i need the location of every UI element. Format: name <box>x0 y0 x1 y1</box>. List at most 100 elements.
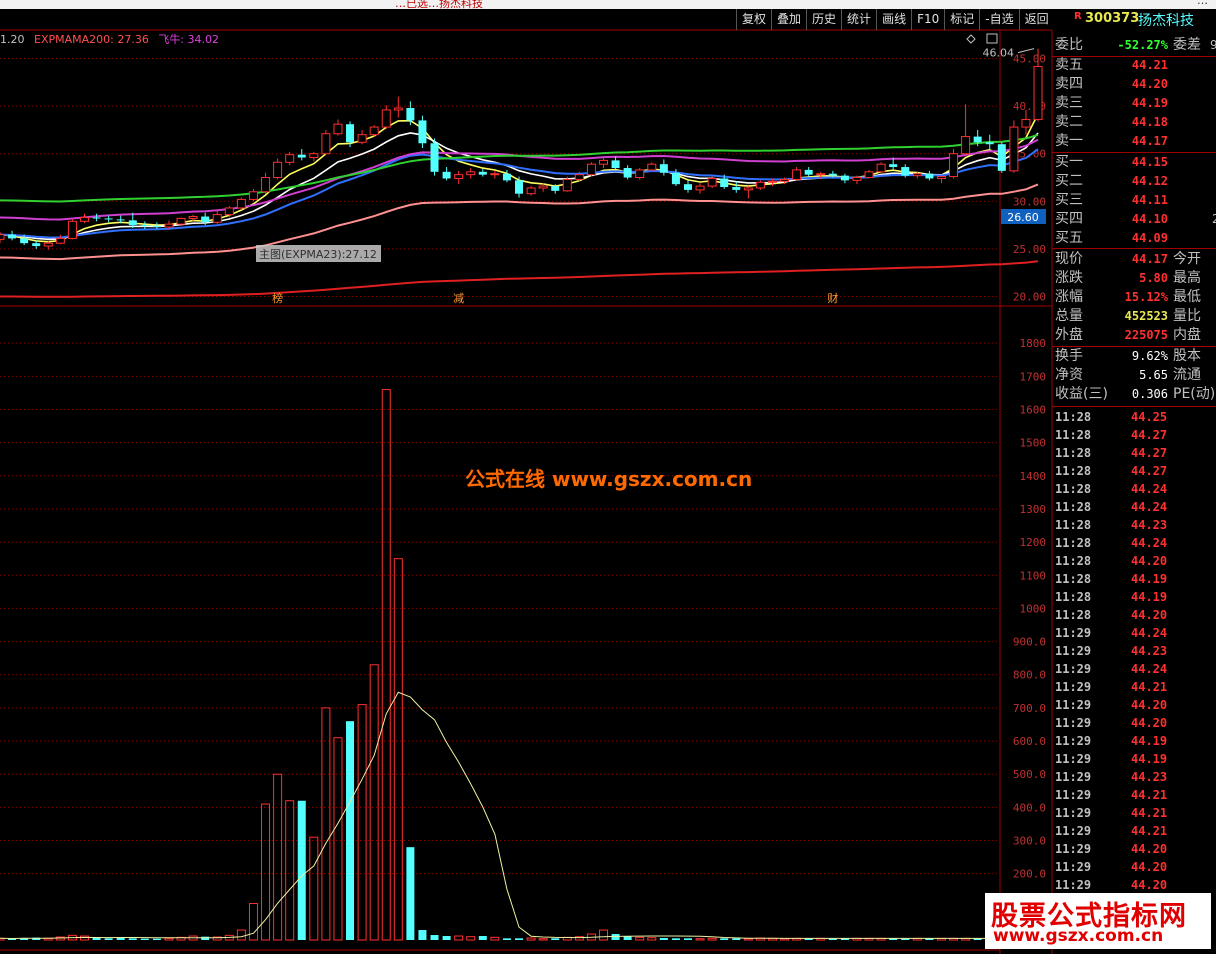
candle-down <box>732 187 741 190</box>
price-tick-label: 25.00 <box>1013 243 1046 256</box>
stat-label: 总量 <box>1055 308 1083 324</box>
level-label: 卖二 <box>1055 114 1083 130</box>
candle-up <box>852 177 862 181</box>
candle-up <box>767 180 777 183</box>
candle-up <box>707 177 717 187</box>
stat-value: 9.62% <box>1131 349 1168 363</box>
tick-time: 11:29 <box>1055 626 1092 640</box>
sell-level-row[interactable]: 卖四 44.20 <box>1055 75 1216 94</box>
candle-up <box>538 185 548 189</box>
volume-ma-line <box>0 691 1039 940</box>
tool-back-button[interactable]: 返回 <box>1018 9 1054 30</box>
volume-tick-label: 1600 <box>1020 403 1047 416</box>
tool-overlay-button[interactable]: 叠加 <box>771 9 806 30</box>
stat-row: 现价 44.17 今开 <box>1055 250 1216 269</box>
stat-label2: 量比 <box>1173 308 1201 324</box>
candle-up <box>0 234 5 240</box>
level-label: 买二 <box>1055 173 1083 189</box>
tick-time: 11:29 <box>1055 752 1092 766</box>
buy-level-row[interactable]: 买五 44.09 <box>1055 229 1216 248</box>
stat-value: 44.17 <box>1131 252 1168 266</box>
volume-bar-up <box>333 737 343 941</box>
volume-bar-down <box>430 935 439 940</box>
candle-down <box>671 172 680 185</box>
volume-bar-up <box>273 773 283 941</box>
candle-up <box>562 178 572 192</box>
level-price: 44.10 <box>1131 212 1168 226</box>
candle-down <box>140 225 149 227</box>
volume-bar-down <box>201 936 210 940</box>
sell-level-row[interactable]: 卖一 44.17 <box>1055 132 1216 151</box>
tool-remove-watchlist-button[interactable]: -自选 <box>979 9 1018 30</box>
candle-down <box>104 218 113 220</box>
buy-level-row[interactable]: 买四 44.10 2 <box>1055 210 1216 229</box>
candle-down <box>997 144 1006 171</box>
level-price: 44.11 <box>1131 193 1168 207</box>
tick-price: 44.21 <box>1131 824 1168 838</box>
weibi-label: 委比 <box>1055 37 1083 53</box>
volume-bar-down <box>92 938 101 940</box>
tick-time: 11:29 <box>1055 662 1092 676</box>
tool-stats-button[interactable]: 统计 <box>841 9 876 30</box>
candle-up <box>1033 65 1043 120</box>
volume-bar-down <box>611 934 620 940</box>
stat-label2: 流通 <box>1173 367 1201 383</box>
volume-bar-down <box>128 938 137 940</box>
candle-up <box>261 177 271 193</box>
volume-bar-up <box>285 800 295 941</box>
candle-down <box>502 173 511 181</box>
expma-line <box>0 260 1039 298</box>
volume-bar-up <box>321 707 331 941</box>
tick-time: 11:28 <box>1055 464 1092 478</box>
candle-up <box>333 123 343 135</box>
stock-name: 扬杰科技 <box>1138 13 1194 29</box>
tool-fuquan-button[interactable]: 复权 <box>736 9 771 30</box>
volume-bar-up <box>538 938 548 941</box>
tick-time: 11:29 <box>1055 806 1092 820</box>
buy-level-row[interactable]: 买三 44.11 <box>1055 191 1216 210</box>
divider <box>1052 406 1216 407</box>
candle-up <box>357 134 367 143</box>
candle-down <box>683 184 692 190</box>
volume-bar-down <box>152 938 161 940</box>
candle-up <box>212 214 222 223</box>
stat-value: 5.65 <box>1139 368 1168 382</box>
volume-bar-up <box>599 929 608 941</box>
tool-f10-button[interactable]: F10 <box>911 9 944 30</box>
tick-time: 11:28 <box>1055 500 1092 514</box>
sell-level-row[interactable]: 卖五 44.21 <box>1055 56 1216 75</box>
buy-level-row[interactable]: 买一 44.15 <box>1055 153 1216 172</box>
sell-level-row[interactable]: 卖二 44.18 <box>1055 113 1216 132</box>
volume-bar-up <box>743 938 753 941</box>
candle-up <box>55 237 65 244</box>
volume-tick-label: 400.0 <box>1013 801 1046 814</box>
volume-bar-up <box>309 836 319 941</box>
buy-level-row[interactable]: 买二 44.12 <box>1055 172 1216 191</box>
candle-up <box>224 207 234 216</box>
tool-mark-button[interactable]: 标记 <box>944 9 979 30</box>
tick-price: 44.20 <box>1131 716 1168 730</box>
candle-up <box>381 109 391 128</box>
stat-row: 总量 452523 量比 <box>1055 307 1216 326</box>
tick-price: 44.19 <box>1131 752 1168 766</box>
tick-price: 44.20 <box>1131 860 1168 874</box>
tick-time: 11:28 <box>1055 536 1092 550</box>
tick-time: 11:28 <box>1055 446 1092 460</box>
stat-label: 外盘 <box>1055 327 1083 343</box>
sell-level-row[interactable]: 卖三 44.19 <box>1055 94 1216 113</box>
tool-history-button[interactable]: 历史 <box>806 9 841 30</box>
tool-draw-button[interactable]: 画线 <box>876 9 911 30</box>
stock-header: R 300373 扬杰科技 <box>1052 10 1216 30</box>
volume-bar-down <box>346 721 355 940</box>
candle-up <box>949 153 959 178</box>
candle-down <box>623 168 632 178</box>
stat-label2: 最低 <box>1173 289 1201 305</box>
volume-bar-down <box>683 938 692 940</box>
candle-down <box>92 217 101 219</box>
stat-label: 收益(三) <box>1055 386 1108 402</box>
weibi-row: 委比 -52.27% 委差 9 <box>1055 36 1216 55</box>
candle-up <box>490 173 500 176</box>
tick-time: 11:29 <box>1055 842 1092 856</box>
chart-toolbar: 复权 叠加 历史 统计 画线 F10 标记 -自选 返回 <box>736 9 1054 30</box>
candle-up <box>43 242 53 247</box>
